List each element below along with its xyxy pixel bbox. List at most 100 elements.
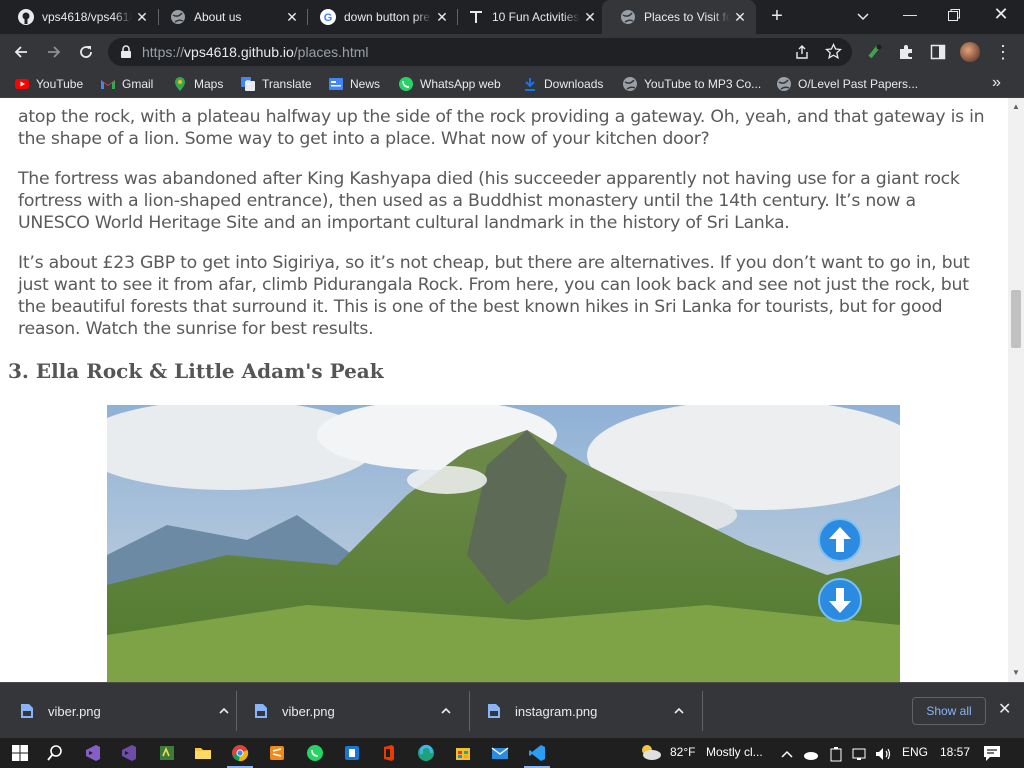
globe-icon	[171, 10, 185, 24]
sublime-icon[interactable]	[268, 744, 286, 762]
show-all-button[interactable]: Show all	[912, 697, 986, 725]
download-divider	[702, 691, 703, 731]
network-icon[interactable]	[851, 746, 867, 762]
download-filename: viber.png	[282, 703, 335, 719]
back-icon[interactable]	[12, 43, 30, 61]
close-icon[interactable]: ✕	[580, 9, 600, 26]
scroll-down-arrow-icon[interactable]: ▼	[1012, 668, 1020, 677]
download-filename: instagram.png	[515, 703, 598, 719]
clock-time[interactable]: 18:57	[940, 745, 970, 759]
vscode-icon[interactable]	[528, 744, 546, 762]
bookmark-news[interactable]: News	[328, 76, 380, 92]
office-icon[interactable]	[380, 744, 398, 762]
close-icon[interactable]: ✕	[730, 9, 750, 26]
scroll-up-button[interactable]	[818, 518, 862, 562]
address-bar[interactable]: https://vps4618.github.io/places.html	[108, 38, 852, 66]
section-heading-ella-rock: 3. Ella Rock & Little Adam's Peak	[8, 359, 384, 383]
bookmark-gmail[interactable]: Gmail	[100, 76, 153, 92]
search-icon[interactable]	[46, 744, 64, 762]
bookmarks-overflow-chevron-icon[interactable]: »	[992, 74, 1001, 92]
extension-icon[interactable]	[866, 43, 884, 61]
globe-icon	[623, 77, 637, 91]
notifications-icon[interactable]	[983, 745, 1001, 762]
windows-taskbar: 82°F Mostly cl... ENG 18:57	[0, 738, 1024, 768]
maps-icon	[175, 77, 185, 91]
chevron-up-icon[interactable]	[440, 705, 452, 717]
tray-chevron-up-icon[interactable]	[781, 749, 793, 759]
bookmark-label: Downloads	[544, 77, 604, 91]
share-icon[interactable]	[794, 44, 810, 60]
scroll-up-arrow-icon[interactable]: ▲	[1012, 102, 1020, 111]
windows-start-icon[interactable]	[11, 744, 29, 762]
close-icon[interactable]: ✕	[432, 9, 452, 26]
input-language[interactable]: ENG	[902, 745, 928, 759]
bookmark-label: YouTube to MP3 Co...	[644, 77, 762, 91]
page-scrollbar[interactable]: ▲ ▼	[1008, 98, 1024, 682]
tab-title: 10 Fun Activities	[492, 10, 580, 24]
browser-toolbar: https://vps4618.github.io/places.html ⋮	[0, 34, 1024, 70]
edge-icon[interactable]	[417, 744, 435, 762]
svg-text:G: G	[324, 12, 333, 24]
minimize-button[interactable]: —	[896, 0, 924, 30]
tab-about-us[interactable]: About us ✕	[152, 0, 308, 34]
bookmark-olevel-past-papers[interactable]: O/Level Past Papers...	[776, 76, 918, 92]
close-window-button[interactable]: ✕	[988, 0, 1014, 30]
bookmark-youtube[interactable]: YouTube	[14, 76, 83, 92]
volume-icon[interactable]	[874, 746, 892, 762]
side-panel-icon[interactable]	[930, 44, 946, 60]
bookmark-maps[interactable]: Maps	[172, 76, 223, 92]
weather-cloud-icon[interactable]	[638, 742, 662, 762]
menu-kebab-icon[interactable]: ⋮	[994, 42, 1012, 62]
forward-icon[interactable]	[45, 43, 63, 61]
cloud-sync-icon[interactable]	[803, 746, 819, 762]
bookmark-whatsapp[interactable]: WhatsApp web	[398, 76, 501, 92]
globe-icon	[777, 77, 791, 91]
download-item[interactable]: viber.png	[20, 691, 230, 731]
url-host: vps4618.github.io	[184, 44, 294, 60]
paragraph-fortress-history: The fortress was abandoned after King Ka…	[18, 169, 960, 233]
weather-condition[interactable]: Mostly cl...	[706, 745, 763, 759]
lock-icon[interactable]	[120, 45, 132, 59]
scroll-down-button[interactable]	[818, 578, 862, 622]
scrollbar-thumb[interactable]	[1011, 290, 1021, 348]
extensions-puzzle-icon[interactable]	[897, 43, 915, 61]
bookmark-translate[interactable]: G Translate	[240, 76, 312, 92]
new-tab-button[interactable]: +	[766, 5, 788, 27]
bookmark-label: O/Level Past Papers...	[798, 77, 919, 91]
bookmark-youtube-to-mp3[interactable]: YouTube to MP3 Co...	[622, 76, 761, 92]
bookmark-star-icon[interactable]	[825, 43, 842, 60]
chrome-icon[interactable]	[231, 744, 249, 762]
weather-temperature[interactable]: 82°F	[670, 745, 695, 759]
visual-studio-icon[interactable]	[120, 744, 138, 762]
app-icon[interactable]	[158, 744, 176, 762]
bookmark-downloads[interactable]: Downloads	[522, 76, 603, 92]
tab-fun-activities[interactable]: 10 Fun Activities ✕	[450, 0, 606, 34]
tab-title: Places to Visit fo	[644, 10, 730, 24]
battery-icon[interactable]	[829, 746, 843, 762]
file-explorer-icon[interactable]	[194, 744, 212, 762]
app-icon[interactable]	[343, 744, 361, 762]
tab-google-search[interactable]: G down button pre ✕	[302, 0, 458, 34]
tab-github[interactable]: vps4618/vps4618 ✕	[0, 0, 158, 34]
tab-places-to-visit[interactable]: Places to Visit fo ✕	[602, 0, 756, 34]
url-text: https://vps4618.github.io/places.html	[142, 44, 369, 60]
bookmark-label: YouTube	[36, 77, 84, 91]
close-icon[interactable]: ✕	[282, 9, 302, 26]
download-icon	[525, 78, 535, 91]
close-downloads-bar-icon[interactable]: ✕	[998, 699, 1011, 719]
github-icon	[18, 9, 34, 25]
tab-search-chevron-icon[interactable]	[856, 10, 870, 24]
visual-studio-icon[interactable]	[84, 744, 102, 762]
tab-title: vps4618/vps4618	[42, 10, 132, 24]
chevron-up-icon[interactable]	[673, 705, 685, 717]
reload-icon[interactable]	[77, 43, 95, 61]
store-icon[interactable]	[454, 744, 472, 762]
restore-button[interactable]	[947, 8, 961, 22]
close-icon[interactable]: ✕	[132, 9, 152, 26]
download-item[interactable]: instagram.png	[487, 691, 685, 731]
download-item[interactable]: viber.png	[254, 691, 452, 731]
whatsapp-icon[interactable]	[306, 744, 324, 762]
chevron-up-icon[interactable]	[218, 705, 230, 717]
mail-icon[interactable]	[491, 744, 509, 762]
profile-avatar[interactable]	[960, 42, 980, 62]
